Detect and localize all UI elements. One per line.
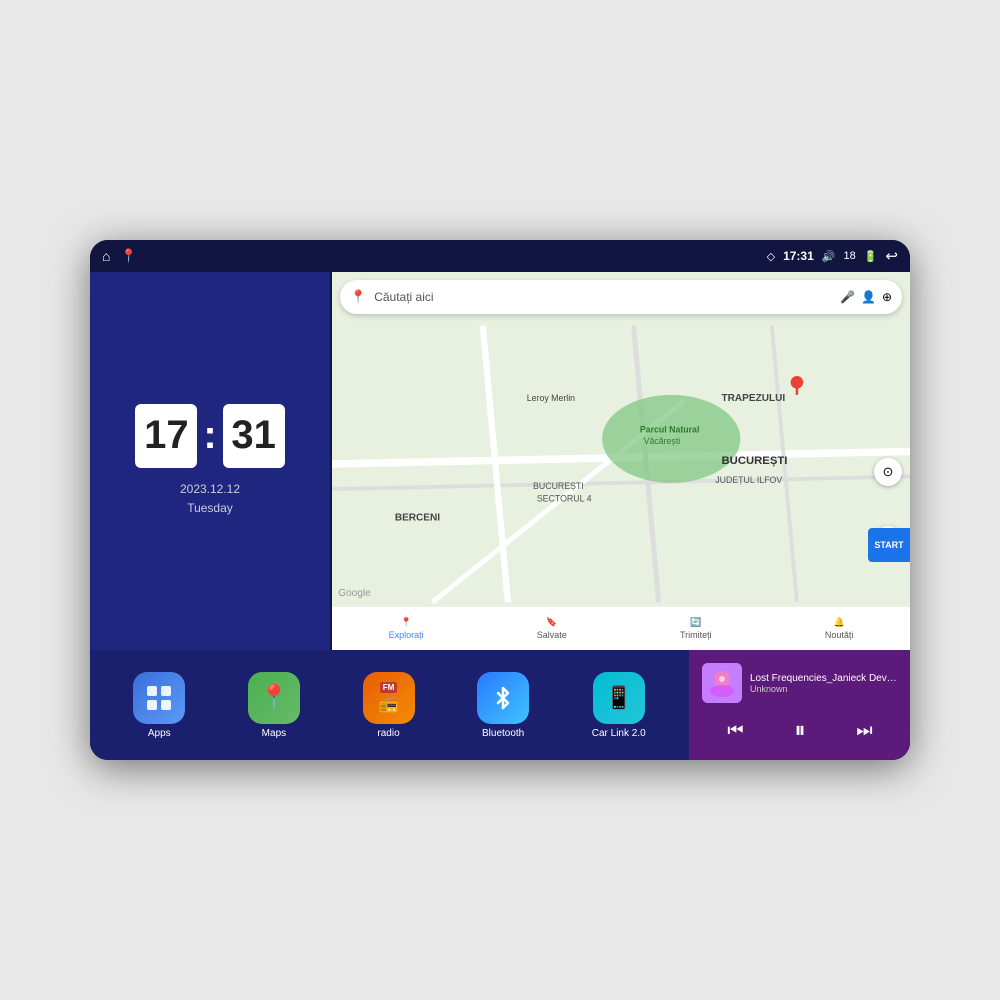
noutăți-icon: 🔔	[834, 617, 845, 628]
apps-grid-icon	[145, 684, 173, 712]
music-info: Lost Frequencies_Janieck Devy-... Unknow…	[702, 663, 898, 703]
music-prev-button[interactable]: ⏮	[723, 716, 747, 745]
music-controls: ⏮ ⏸ ⏭	[702, 713, 898, 747]
clock-date: 2023.12.12 Tuesday	[180, 480, 240, 518]
clock-day-value: Tuesday	[180, 499, 240, 518]
trimiteți-label: Trimiteți	[680, 630, 712, 640]
svg-text:BUCUREȘTI: BUCUREȘTI	[533, 481, 584, 491]
location-status-icon: ◇	[767, 250, 775, 263]
main-content: 17 : 31 2023.12.12 Tuesday	[90, 272, 910, 760]
music-title: Lost Frequencies_Janieck Devy-...	[750, 673, 898, 684]
map-nav-salvate[interactable]: 🔖 Salvate	[537, 617, 567, 640]
svg-text:BERCENI: BERCENI	[395, 513, 440, 524]
svg-text:TRAPEZULUI: TRAPEZULUI	[722, 393, 786, 404]
explorați-label: Explorați	[389, 630, 424, 640]
clock-date-value: 2023.12.12	[180, 480, 240, 499]
map-search-bar[interactable]: 📍 Căutați aici 🎤 👤 ⊕	[340, 280, 902, 314]
map-bottom-nav: 📍 Explorați 🔖 Salvate 🔄 Trimiteți �	[332, 606, 910, 650]
battery-level: 18	[843, 250, 855, 262]
app-item-radio[interactable]: FM 📻 radio	[363, 672, 415, 739]
map-search-text[interactable]: Căutați aici	[374, 290, 832, 304]
salvate-label: Salvate	[537, 630, 567, 640]
svg-text:SECTORUL 4: SECTORUL 4	[537, 494, 592, 504]
clock-panel: 17 : 31 2023.12.12 Tuesday	[90, 272, 330, 650]
music-thumbnail	[702, 663, 742, 703]
map-panel[interactable]: 📍 Căutați aici 🎤 👤 ⊕	[332, 272, 910, 650]
svg-text:Google: Google	[338, 588, 371, 599]
clock-hour-block: 17	[135, 404, 197, 468]
mic-icon[interactable]: 🎤	[840, 290, 855, 304]
map-svg: Parcul Natural Văcărești TRAPEZULUI BUCU…	[332, 322, 910, 606]
album-art-icon	[702, 663, 742, 703]
clock-hour: 17	[144, 413, 189, 458]
volume-icon[interactable]: 🔊	[822, 250, 836, 263]
explorați-icon: 📍	[400, 617, 411, 628]
bluetooth-icon	[477, 672, 529, 724]
apps-area: Apps 📍 Maps FM 📻	[90, 650, 689, 760]
status-time: 17:31	[783, 249, 814, 263]
maps-icon: 📍	[248, 672, 300, 724]
map-nav-trimiteți[interactable]: 🔄 Trimiteți	[680, 617, 712, 640]
screen: ⌂ 📍 ◇ 17:31 🔊 18 🔋 ↩ 17	[90, 240, 910, 760]
device-shell: ⌂ 📍 ◇ 17:31 🔊 18 🔋 ↩ 17	[90, 240, 910, 760]
carlink-label: Car Link 2.0	[592, 728, 646, 739]
music-player: Lost Frequencies_Janieck Devy-... Unknow…	[690, 650, 910, 760]
trimiteți-icon: 🔄	[690, 617, 701, 628]
home-icon[interactable]: ⌂	[102, 248, 110, 264]
clock-minute: 31	[231, 413, 276, 458]
bottom-section: Apps 📍 Maps FM 📻	[90, 650, 910, 760]
noutăți-label: Noutăți	[825, 630, 854, 640]
clock-minute-block: 31	[223, 404, 285, 468]
music-artist: Unknown	[750, 684, 898, 694]
music-text: Lost Frequencies_Janieck Devy-... Unknow…	[750, 673, 898, 694]
music-next-button[interactable]: ⏭	[852, 716, 876, 745]
map-background: Parcul Natural Văcărești TRAPEZULUI BUCU…	[332, 272, 910, 606]
status-left: ⌂ 📍	[102, 248, 137, 264]
svg-text:Leroy Merlin: Leroy Merlin	[527, 393, 575, 403]
map-search-icons: 🎤 👤 ⊕	[840, 290, 892, 304]
battery-icon: 🔋	[864, 250, 878, 263]
radio-label: radio	[377, 728, 399, 739]
map-start-button[interactable]: START	[868, 528, 910, 562]
svg-text:BUCUREȘTI: BUCUREȘTI	[722, 455, 788, 467]
account-icon[interactable]: 👤	[861, 290, 876, 304]
app-item-bluetooth[interactable]: Bluetooth	[477, 672, 529, 739]
music-play-pause-button[interactable]: ⏸	[790, 713, 809, 747]
bluetooth-symbol-icon	[490, 685, 516, 711]
status-right: ◇ 17:31 🔊 18 🔋 ↩	[767, 247, 898, 265]
svg-text:Văcărești: Văcărești	[644, 436, 681, 446]
layers-icon[interactable]: ⊕	[882, 290, 892, 304]
svg-text:Parcul Natural: Parcul Natural	[640, 425, 700, 435]
radio-icon: FM 📻	[363, 672, 415, 724]
back-icon[interactable]: ↩	[885, 247, 898, 265]
carlink-icon: 📱	[593, 672, 645, 724]
app-item-apps[interactable]: Apps	[133, 672, 185, 739]
status-bar: ⌂ 📍 ◇ 17:31 🔊 18 🔋 ↩	[90, 240, 910, 272]
apps-icon	[133, 672, 185, 724]
app-item-carlink[interactable]: 📱 Car Link 2.0	[592, 672, 646, 739]
bluetooth-label: Bluetooth	[482, 728, 524, 739]
clock-colon: :	[203, 404, 216, 468]
app-item-maps[interactable]: 📍 Maps	[248, 672, 300, 739]
svg-text:JUDEȚUL ILFOV: JUDEȚUL ILFOV	[715, 475, 782, 485]
maps-shortcut-icon[interactable]: 📍	[120, 248, 136, 264]
salvate-icon: 🔖	[546, 617, 557, 628]
apps-label: Apps	[148, 728, 171, 739]
top-section: 17 : 31 2023.12.12 Tuesday	[90, 272, 910, 650]
maps-label: Maps	[262, 728, 286, 739]
map-pin-icon: 📍	[350, 289, 366, 305]
map-compass-button[interactable]: ⊙	[874, 458, 902, 486]
clock-display: 17 : 31	[135, 404, 284, 468]
map-nav-noutăți[interactable]: 🔔 Noutăți	[825, 617, 854, 640]
map-nav-explorați[interactable]: 📍 Explorați	[389, 617, 424, 640]
